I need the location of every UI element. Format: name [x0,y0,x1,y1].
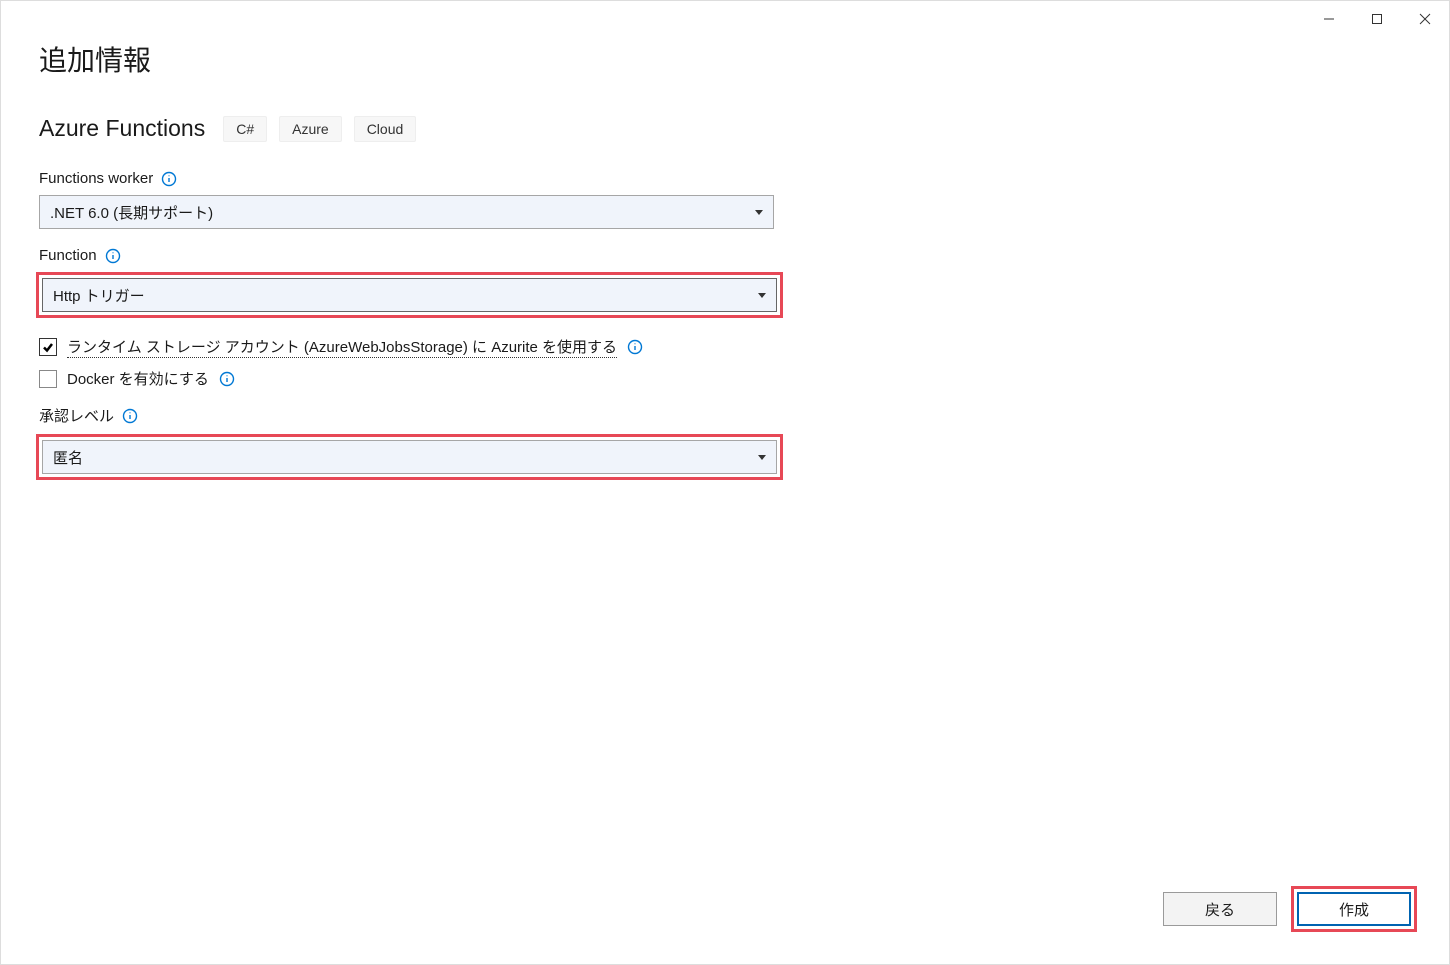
close-button[interactable] [1401,1,1449,37]
create-button[interactable]: 作成 [1297,892,1411,926]
azurite-checkbox[interactable] [39,338,57,356]
chevron-down-icon [758,455,766,460]
auth-level-select[interactable]: 匿名 [42,440,777,474]
docker-checkbox[interactable] [39,370,57,388]
info-icon[interactable] [219,371,235,387]
tag-azure[interactable]: Azure [279,116,342,142]
chevron-down-icon [755,210,763,215]
info-icon[interactable] [105,248,121,264]
create-button-highlight: 作成 [1291,886,1417,932]
auth-level-value: 匿名 [53,447,83,468]
function-label: Function [39,247,97,264]
maximize-button[interactable] [1353,1,1401,37]
info-icon[interactable] [161,171,177,187]
info-icon[interactable] [122,408,138,424]
docker-checkbox-label[interactable]: Docker を有効にする [67,368,209,389]
function-select-highlight: Http トリガー [36,272,783,318]
functions-worker-label: Functions worker [39,170,153,187]
info-icon[interactable] [627,339,643,355]
auth-level-label: 承認レベル [39,405,114,426]
azurite-checkbox-label[interactable]: ランタイム ストレージ アカウント (AzureWebJobsStorage) … [67,336,617,358]
page-title: 追加情報 [39,39,1411,79]
function-select[interactable]: Http トリガー [42,278,777,312]
chevron-down-icon [758,293,766,298]
tag-cloud[interactable]: Cloud [354,116,417,142]
functions-worker-select[interactable]: .NET 6.0 (長期サポート) [39,195,774,229]
functions-worker-value: .NET 6.0 (長期サポート) [50,202,213,223]
tag-csharp[interactable]: C# [223,116,267,142]
function-value: Http トリガー [53,285,145,306]
subtitle: Azure Functions [39,115,205,142]
back-button[interactable]: 戻る [1163,892,1277,926]
minimize-button[interactable] [1305,1,1353,37]
auth-level-select-highlight: 匿名 [36,434,783,480]
